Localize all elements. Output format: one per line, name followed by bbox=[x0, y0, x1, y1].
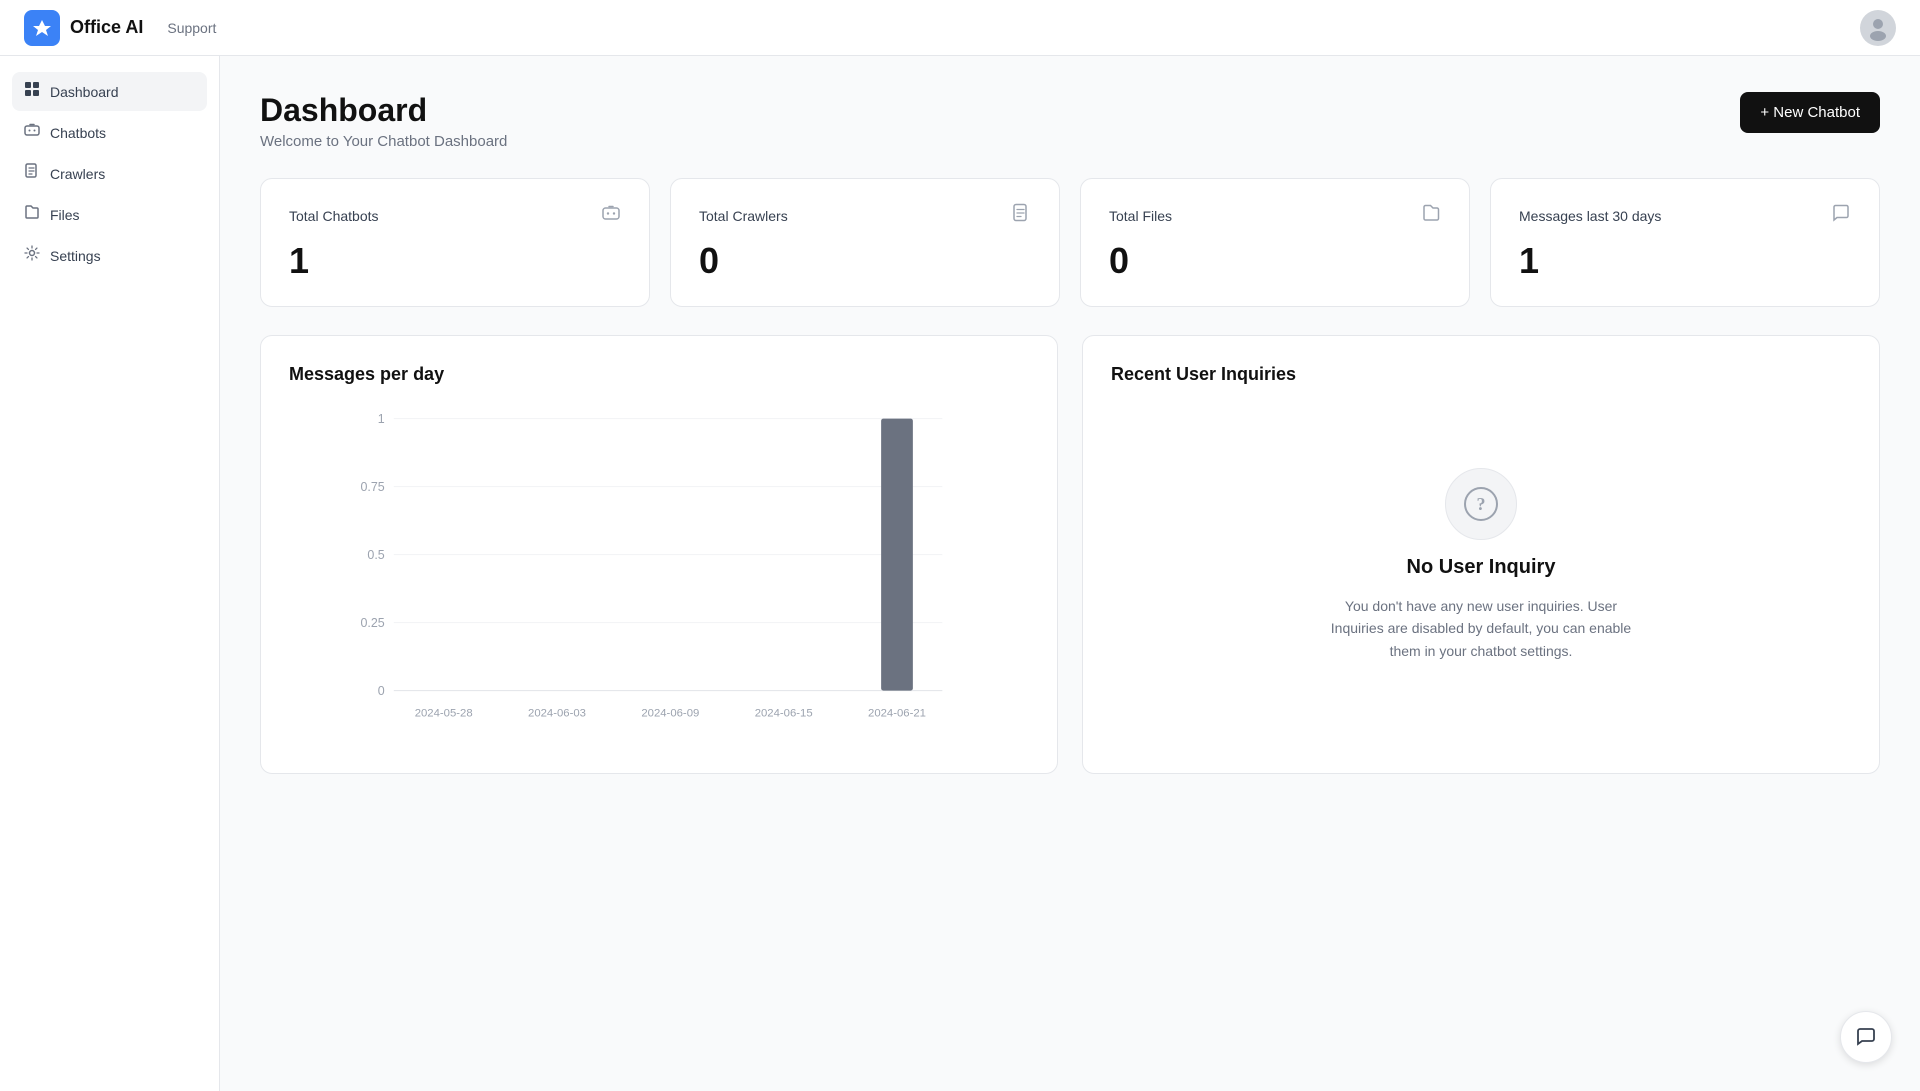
support-link[interactable]: Support bbox=[167, 20, 216, 36]
logo-icon bbox=[24, 10, 60, 46]
svg-text:2024-06-15: 2024-06-15 bbox=[755, 708, 813, 720]
svg-text:1: 1 bbox=[378, 412, 385, 426]
sidebar-item-chatbots-label: Chatbots bbox=[50, 125, 106, 141]
sidebar-item-crawlers-label: Crawlers bbox=[50, 166, 105, 182]
bottom-panels: Messages per day 1 0.75 0.5 0.25 0 bbox=[260, 335, 1880, 774]
sidebar-item-chatbots[interactable]: Chatbots bbox=[12, 113, 207, 152]
svg-text:2024-05-28: 2024-05-28 bbox=[415, 708, 473, 720]
inquiry-empty-state: ? No User Inquiry You don't have any new… bbox=[1111, 405, 1851, 725]
stat-icon-crawlers bbox=[1011, 203, 1031, 228]
stat-icon-messages bbox=[1831, 203, 1851, 228]
settings-icon bbox=[24, 245, 40, 266]
svg-text:0: 0 bbox=[378, 684, 385, 698]
stat-icon-files bbox=[1421, 203, 1441, 228]
stat-card-files-header: Total Files bbox=[1109, 203, 1441, 228]
sidebar-item-dashboard-label: Dashboard bbox=[50, 84, 119, 100]
stat-value-chatbots: 1 bbox=[289, 240, 621, 282]
stat-label-files: Total Files bbox=[1109, 208, 1172, 224]
inquiry-empty-icon: ? bbox=[1445, 468, 1517, 540]
stat-label-crawlers: Total Crawlers bbox=[699, 208, 788, 224]
chart-title: Messages per day bbox=[289, 364, 1029, 385]
app-logo[interactable]: Office AI bbox=[24, 10, 143, 46]
files-icon bbox=[24, 204, 40, 225]
user-avatar[interactable] bbox=[1860, 10, 1896, 46]
sidebar-item-crawlers[interactable]: Crawlers bbox=[12, 154, 207, 193]
stat-value-crawlers: 0 bbox=[699, 240, 1031, 282]
chart-panel: Messages per day 1 0.75 0.5 0.25 0 bbox=[260, 335, 1058, 774]
svg-text:2024-06-03: 2024-06-03 bbox=[528, 708, 586, 720]
chatbots-icon bbox=[24, 122, 40, 143]
stat-cards: Total Chatbots 1 Total Crawlers 0 bbox=[260, 178, 1880, 307]
inquiries-panel: Recent User Inquiries ? No User Inquiry … bbox=[1082, 335, 1880, 774]
page-header: Dashboard Welcome to Your Chatbot Dashbo… bbox=[260, 92, 1880, 150]
sidebar-item-dashboard[interactable]: Dashboard bbox=[12, 72, 207, 111]
inquiries-title: Recent User Inquiries bbox=[1111, 364, 1851, 385]
app-name: Office AI bbox=[70, 17, 143, 38]
stat-card-files: Total Files 0 bbox=[1080, 178, 1470, 307]
sidebar: Dashboard Chatbots Crawlers Files Settin… bbox=[0, 56, 220, 1091]
svg-text:0.75: 0.75 bbox=[360, 480, 384, 494]
stat-icon-chatbots bbox=[601, 203, 621, 228]
svg-text:2024-06-09: 2024-06-09 bbox=[641, 708, 699, 720]
chart-area: 1 0.75 0.5 0.25 0 2024-05-28 2024-0 bbox=[289, 405, 1029, 745]
stat-value-files: 0 bbox=[1109, 240, 1441, 282]
topnav: Office AI Support bbox=[0, 0, 1920, 56]
inquiry-empty-title: No User Inquiry bbox=[1407, 556, 1556, 579]
dashboard-icon bbox=[24, 81, 40, 102]
sidebar-item-files[interactable]: Files bbox=[12, 195, 207, 234]
svg-text:0.25: 0.25 bbox=[360, 616, 384, 630]
new-chatbot-button[interactable]: + New Chatbot bbox=[1740, 92, 1880, 133]
stat-card-crawlers: Total Crawlers 0 bbox=[670, 178, 1060, 307]
stat-card-chatbots: Total Chatbots 1 bbox=[260, 178, 650, 307]
stat-label-chatbots: Total Chatbots bbox=[289, 208, 379, 224]
main-content: Dashboard Welcome to Your Chatbot Dashbo… bbox=[220, 56, 1920, 1091]
stat-card-messages: Messages last 30 days 1 bbox=[1490, 178, 1880, 307]
page-subtitle: Welcome to Your Chatbot Dashboard bbox=[260, 133, 507, 150]
crawlers-icon bbox=[24, 163, 40, 184]
stat-card-crawlers-header: Total Crawlers bbox=[699, 203, 1031, 228]
chart-svg: 1 0.75 0.5 0.25 0 2024-05-28 2024-0 bbox=[289, 405, 1029, 745]
stat-label-messages: Messages last 30 days bbox=[1519, 208, 1661, 224]
stat-value-messages: 1 bbox=[1519, 240, 1851, 282]
stat-card-chatbots-header: Total Chatbots bbox=[289, 203, 621, 228]
sidebar-item-settings-label: Settings bbox=[50, 248, 101, 264]
svg-text:0.5: 0.5 bbox=[367, 548, 384, 562]
svg-text:2024-06-21: 2024-06-21 bbox=[868, 708, 926, 720]
chat-fab-button[interactable] bbox=[1840, 1011, 1892, 1063]
inquiry-empty-desc: You don't have any new user inquiries. U… bbox=[1321, 595, 1641, 662]
sidebar-item-settings[interactable]: Settings bbox=[12, 236, 207, 275]
sidebar-item-files-label: Files bbox=[50, 207, 80, 223]
layout: Dashboard Chatbots Crawlers Files Settin… bbox=[0, 0, 1920, 1091]
page-title: Dashboard bbox=[260, 92, 507, 129]
stat-card-messages-header: Messages last 30 days bbox=[1519, 203, 1851, 228]
svg-text:?: ? bbox=[1477, 494, 1486, 514]
page-title-group: Dashboard Welcome to Your Chatbot Dashbo… bbox=[260, 92, 507, 150]
